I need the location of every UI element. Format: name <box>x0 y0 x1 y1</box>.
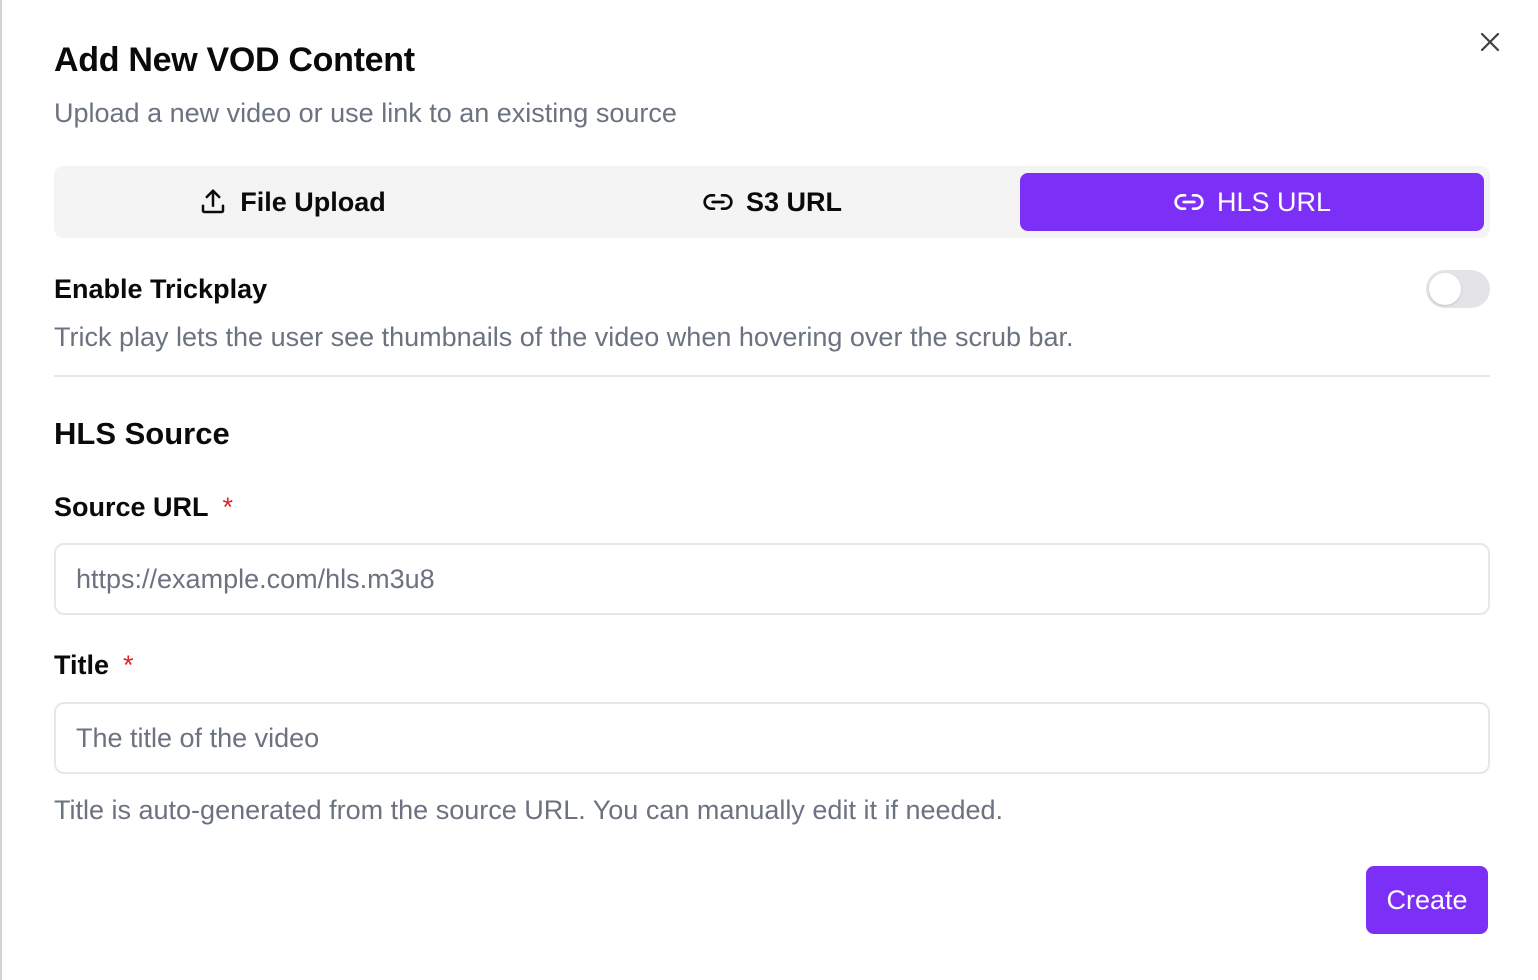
dialog-subtitle: Upload a new video or use link to an exi… <box>54 98 677 128</box>
source-url-input[interactable] <box>54 543 1490 615</box>
upload-icon <box>201 189 225 214</box>
close-button[interactable] <box>1476 28 1504 56</box>
trickplay-description: Trick play lets the user see thumbnails … <box>54 322 1074 352</box>
close-icon <box>1480 32 1500 52</box>
title-label-text: Title <box>54 650 110 680</box>
required-marker: * <box>222 492 234 522</box>
title-input[interactable] <box>54 702 1490 774</box>
source-url-label: Source URL * <box>54 490 233 524</box>
tab-label: HLS URL <box>1216 186 1332 217</box>
link-icon <box>1174 194 1204 210</box>
tab-label: File Upload <box>240 186 386 217</box>
link-icon <box>703 194 733 210</box>
source-type-tabs: File Upload S3 URL HLS URL <box>54 166 1490 238</box>
tab-hls-url[interactable]: HLS URL <box>1020 173 1484 231</box>
section-divider <box>54 375 1490 377</box>
trickplay-toggle[interactable] <box>1426 270 1490 308</box>
tab-file-upload[interactable]: File Upload <box>60 173 524 231</box>
section-title: HLS Source <box>54 416 230 451</box>
title-label: Title * <box>54 648 134 682</box>
tab-s3-url[interactable]: S3 URL <box>540 173 1004 231</box>
title-helper-text: Title is auto-generated from the source … <box>54 795 1004 825</box>
dialog-title: Add New VOD Content <box>54 41 415 79</box>
source-url-label-text: Source URL <box>54 492 209 522</box>
add-vod-dialog: Add New VOD Content Upload a new video o… <box>0 0 1538 980</box>
required-marker: * <box>123 650 134 680</box>
create-button[interactable]: Create <box>1366 866 1488 934</box>
tab-label: S3 URL <box>745 186 843 217</box>
trickplay-label: Enable Trickplay <box>54 274 268 304</box>
toggle-knob <box>1429 273 1461 305</box>
